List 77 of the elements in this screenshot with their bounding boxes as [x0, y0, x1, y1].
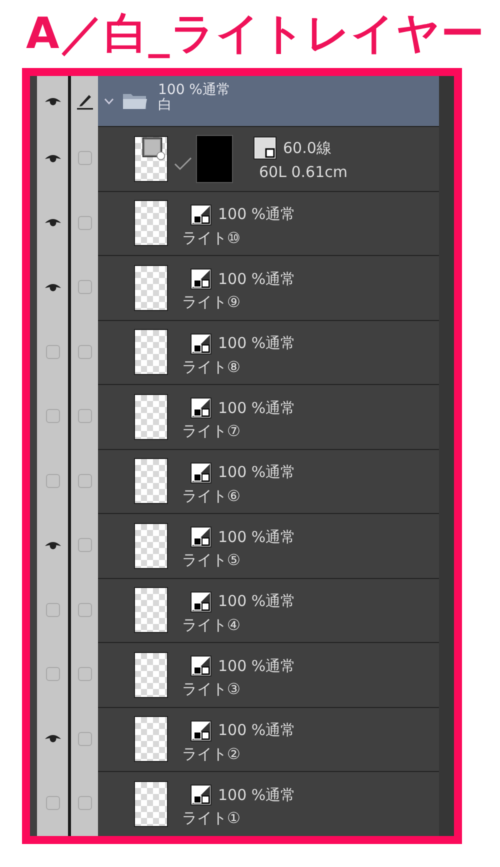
checkbox[interactable]: [78, 796, 92, 810]
checkbox[interactable]: [78, 538, 92, 552]
layer-name: ライト⑦: [182, 423, 242, 440]
group-row[interactable]: 100 %通常 白: [98, 76, 439, 126]
layer-mode-text: 100 %通常: [218, 400, 296, 417]
folder-icon: [122, 92, 148, 110]
layer-thumbnail: [134, 200, 168, 246]
checkbox[interactable]: [46, 667, 60, 682]
layer-mode-text: 100 %通常: [218, 658, 296, 675]
layer-thumbnail: [134, 136, 168, 182]
layer-mode-icon: [190, 526, 212, 548]
eye-icon[interactable]: [44, 540, 62, 551]
layer-thumbnail: [134, 587, 168, 634]
scrollbar-track[interactable]: [439, 76, 454, 836]
eye-icon[interactable]: [44, 282, 62, 293]
layer-mode-icon: [190, 268, 212, 290]
layer-name: ライト②: [182, 746, 242, 763]
checkbox[interactable]: [46, 796, 60, 810]
layer-thumbnail: [134, 329, 168, 376]
layer-name: ライト①: [182, 810, 242, 828]
checkbox[interactable]: [78, 474, 92, 488]
pen-icon[interactable]: [76, 92, 94, 110]
eye-icon[interactable]: [44, 733, 62, 744]
checkbox[interactable]: [78, 667, 92, 682]
eye-icon[interactable]: [44, 217, 62, 228]
layer-name: ライト⑩: [182, 230, 242, 247]
layer-mode-text: 100 %通常: [218, 270, 296, 288]
layer-mode-text: 100 %通常: [218, 786, 296, 804]
layer-mode-text: 100 %通常: [158, 83, 230, 98]
layer-thumbnail: [134, 394, 168, 440]
layer-mode-text: 100 %通常: [218, 206, 296, 224]
eye-icon[interactable]: [44, 152, 62, 164]
layer-mode-text: 100 %通常: [218, 593, 296, 610]
layer-name: ライト④: [182, 616, 242, 634]
ruler-icon: [253, 136, 277, 160]
layer-name: ライト⑥: [182, 488, 242, 505]
layer-mode-icon: [190, 655, 212, 678]
checkbox[interactable]: [46, 409, 60, 424]
layer-mode-icon: [190, 204, 212, 226]
checkbox[interactable]: [78, 409, 92, 424]
checkbox[interactable]: [46, 344, 60, 359]
layer-mode-text: 100 %通常: [218, 464, 296, 482]
layer-mode-icon: [190, 397, 212, 420]
layer-mode-icon: [190, 784, 212, 806]
layer-thumbnail: [134, 522, 168, 569]
checkbox[interactable]: [46, 602, 60, 617]
layer-name: ライト⑤: [182, 552, 242, 570]
layer-thumbnail: [134, 264, 168, 311]
checkbox[interactable]: [78, 602, 92, 617]
layer-thumbnail: [134, 716, 168, 762]
checkbox[interactable]: [78, 732, 92, 746]
checkbox[interactable]: [78, 280, 92, 294]
layer-mode-text: 100 %通常: [218, 722, 296, 740]
layer-mode-icon: [190, 590, 212, 613]
heading: A／白_ライトレイヤー: [25, 8, 486, 61]
checkbox[interactable]: [78, 151, 92, 166]
layer-mode-icon: [190, 462, 212, 484]
mask-thumbnail: [196, 134, 233, 183]
layer-name: ライト⑨: [182, 294, 242, 312]
chevron-icon[interactable]: [102, 98, 116, 104]
layer-thumbnail: [134, 780, 168, 827]
line-detail: 60L 0.61cm: [259, 164, 348, 182]
line-value: 60.0線: [283, 140, 332, 157]
layer-thumbnail: [134, 458, 168, 504]
check-icon: [174, 156, 192, 171]
eye-icon[interactable]: [44, 96, 62, 106]
checkbox[interactable]: [46, 474, 60, 488]
layer-thumbnail: [134, 652, 168, 698]
layer-mode-text: 100 %通常: [218, 335, 296, 352]
checkbox[interactable]: [78, 344, 92, 359]
layer-name: 白: [158, 98, 173, 113]
layer-mode-icon: [190, 720, 212, 742]
layer-name: ライト③: [182, 681, 242, 698]
layer-name: ライト⑧: [182, 358, 242, 376]
layer-mode-icon: [190, 332, 212, 355]
checkbox[interactable]: [78, 216, 92, 230]
layer-mode-text: 100 %通常: [218, 528, 296, 546]
